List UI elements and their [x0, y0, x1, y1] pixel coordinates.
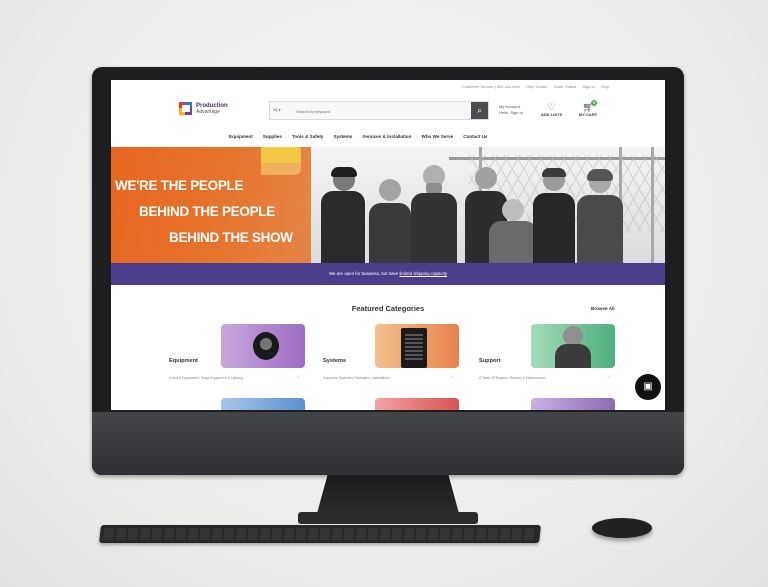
chevron-right-icon: ›	[297, 374, 299, 380]
category-card-equipment[interactable]: Equipment Concert Equipment | Stage Equi…	[169, 324, 309, 384]
cart-label: MY CART	[579, 112, 598, 117]
nav-item-who-we-serve[interactable]: Who We Serve	[421, 134, 453, 139]
person-photo	[563, 326, 583, 346]
hero-banner[interactable]: WE'RE THE PEOPLE BEHIND THE PEOPLE BEHIN…	[111, 147, 665, 263]
team-member	[321, 167, 365, 263]
search-button[interactable]: ⌕	[471, 102, 488, 119]
nav-item-supplies[interactable]: Supplies	[263, 134, 282, 139]
category-label: Support	[479, 358, 501, 364]
notice-text: We are open for business, but have	[328, 271, 399, 276]
team-member	[577, 169, 623, 263]
wishlist-label: ADD LISTS	[541, 112, 563, 117]
util-link-customer-service[interactable]: Customer Service | 800-xxx-xxxx	[462, 84, 520, 89]
chat-button[interactable]: ▣	[635, 374, 661, 400]
category-card-row2[interactable]	[531, 398, 615, 410]
heart-icon: ♡	[547, 102, 556, 112]
util-link-help[interactable]: Help	[601, 84, 609, 89]
apple-logo-icon	[375, 433, 403, 461]
team-member	[489, 199, 537, 263]
util-link-order-status[interactable]: Order Status	[554, 84, 577, 89]
team-member	[369, 179, 411, 263]
hero-headline-line2: BEHIND THE PEOPLE	[139, 204, 275, 219]
category-card-systems[interactable]: Systems Complete Systems | Packages | In…	[323, 324, 463, 384]
account-subtext: Hello, Sign In	[499, 110, 523, 115]
category-subtext: Complete Systems | Packages | Installati…	[323, 376, 390, 380]
search-input[interactable]	[294, 104, 468, 118]
hero-team-photo	[279, 147, 665, 263]
search-category-select[interactable]: All ▾	[273, 107, 281, 112]
notice-bar: We are open for business, but have limit…	[111, 263, 665, 285]
nav-item-systems[interactable]: Systems	[333, 134, 352, 139]
account-menu[interactable]: My Account Hello, Sign In	[499, 104, 523, 116]
mouse	[592, 518, 652, 538]
website-screen: Customer Service | 800-xxx-xxxx Help Cen…	[111, 80, 665, 410]
support-image	[531, 324, 615, 368]
utility-bar: Customer Service | 800-xxx-xxxx Help Cen…	[111, 80, 665, 92]
category-label: Systems	[323, 358, 347, 364]
cart-count-badge: 0	[591, 100, 597, 106]
chevron-right-icon: ›	[451, 374, 453, 380]
hero-headline-line3: BEHIND THE SHOW	[169, 230, 293, 245]
main-nav: Equipment Supplies Tools & Safety System…	[229, 134, 487, 139]
featured-categories-title: Featured Categories	[351, 304, 425, 313]
category-subtext: A Team Of Experts | Repairs & Maintenanc…	[479, 376, 546, 380]
category-label: Equipment	[169, 358, 198, 364]
util-link-help-center[interactable]: Help Center	[526, 84, 547, 89]
hero-headline-line1: WE'RE THE PEOPLE	[115, 178, 244, 193]
cart-button[interactable]: 🛒︎ 0 MY CART	[579, 100, 598, 117]
brand-name: Production	[196, 102, 228, 109]
notice-link[interactable]: limited shipping capacity	[399, 271, 447, 276]
keyboard	[99, 525, 541, 543]
team-member	[411, 165, 457, 263]
brand-logo[interactable]: Production Advantage	[179, 102, 228, 115]
nav-item-tools-safety[interactable]: Tools & Safety	[292, 134, 324, 139]
wishlist-button[interactable]: ♡ ADD LISTS	[541, 102, 562, 117]
equipment-image	[221, 324, 305, 368]
nav-item-equipment[interactable]: Equipment	[229, 134, 253, 139]
team-member	[533, 168, 575, 263]
chat-icon: ▣	[643, 381, 653, 392]
nav-item-contact[interactable]: Contact Us	[463, 134, 487, 139]
search-icon: ⌕	[476, 105, 483, 115]
monitor-stand-base	[298, 512, 478, 524]
nav-item-services[interactable]: Services & Installation	[362, 134, 411, 139]
browse-all-link[interactable]: Browse All	[591, 306, 615, 311]
search-bar: All ▾ ⌕	[269, 101, 489, 120]
brand-tagline: Advantage	[196, 108, 220, 115]
chevron-right-icon: ›	[607, 374, 609, 380]
monitor-stand	[316, 475, 460, 517]
util-link-sign-in[interactable]: Sign In	[582, 84, 594, 89]
category-card-support[interactable]: Support A Team Of Experts | Repairs & Ma…	[479, 324, 619, 384]
category-card-row2[interactable]	[221, 398, 305, 410]
logo-mark-icon	[179, 102, 193, 115]
systems-image	[375, 324, 459, 368]
category-subtext: Concert Equipment | Stage Equipment & Li…	[169, 376, 243, 380]
category-card-row2[interactable]	[375, 398, 459, 410]
